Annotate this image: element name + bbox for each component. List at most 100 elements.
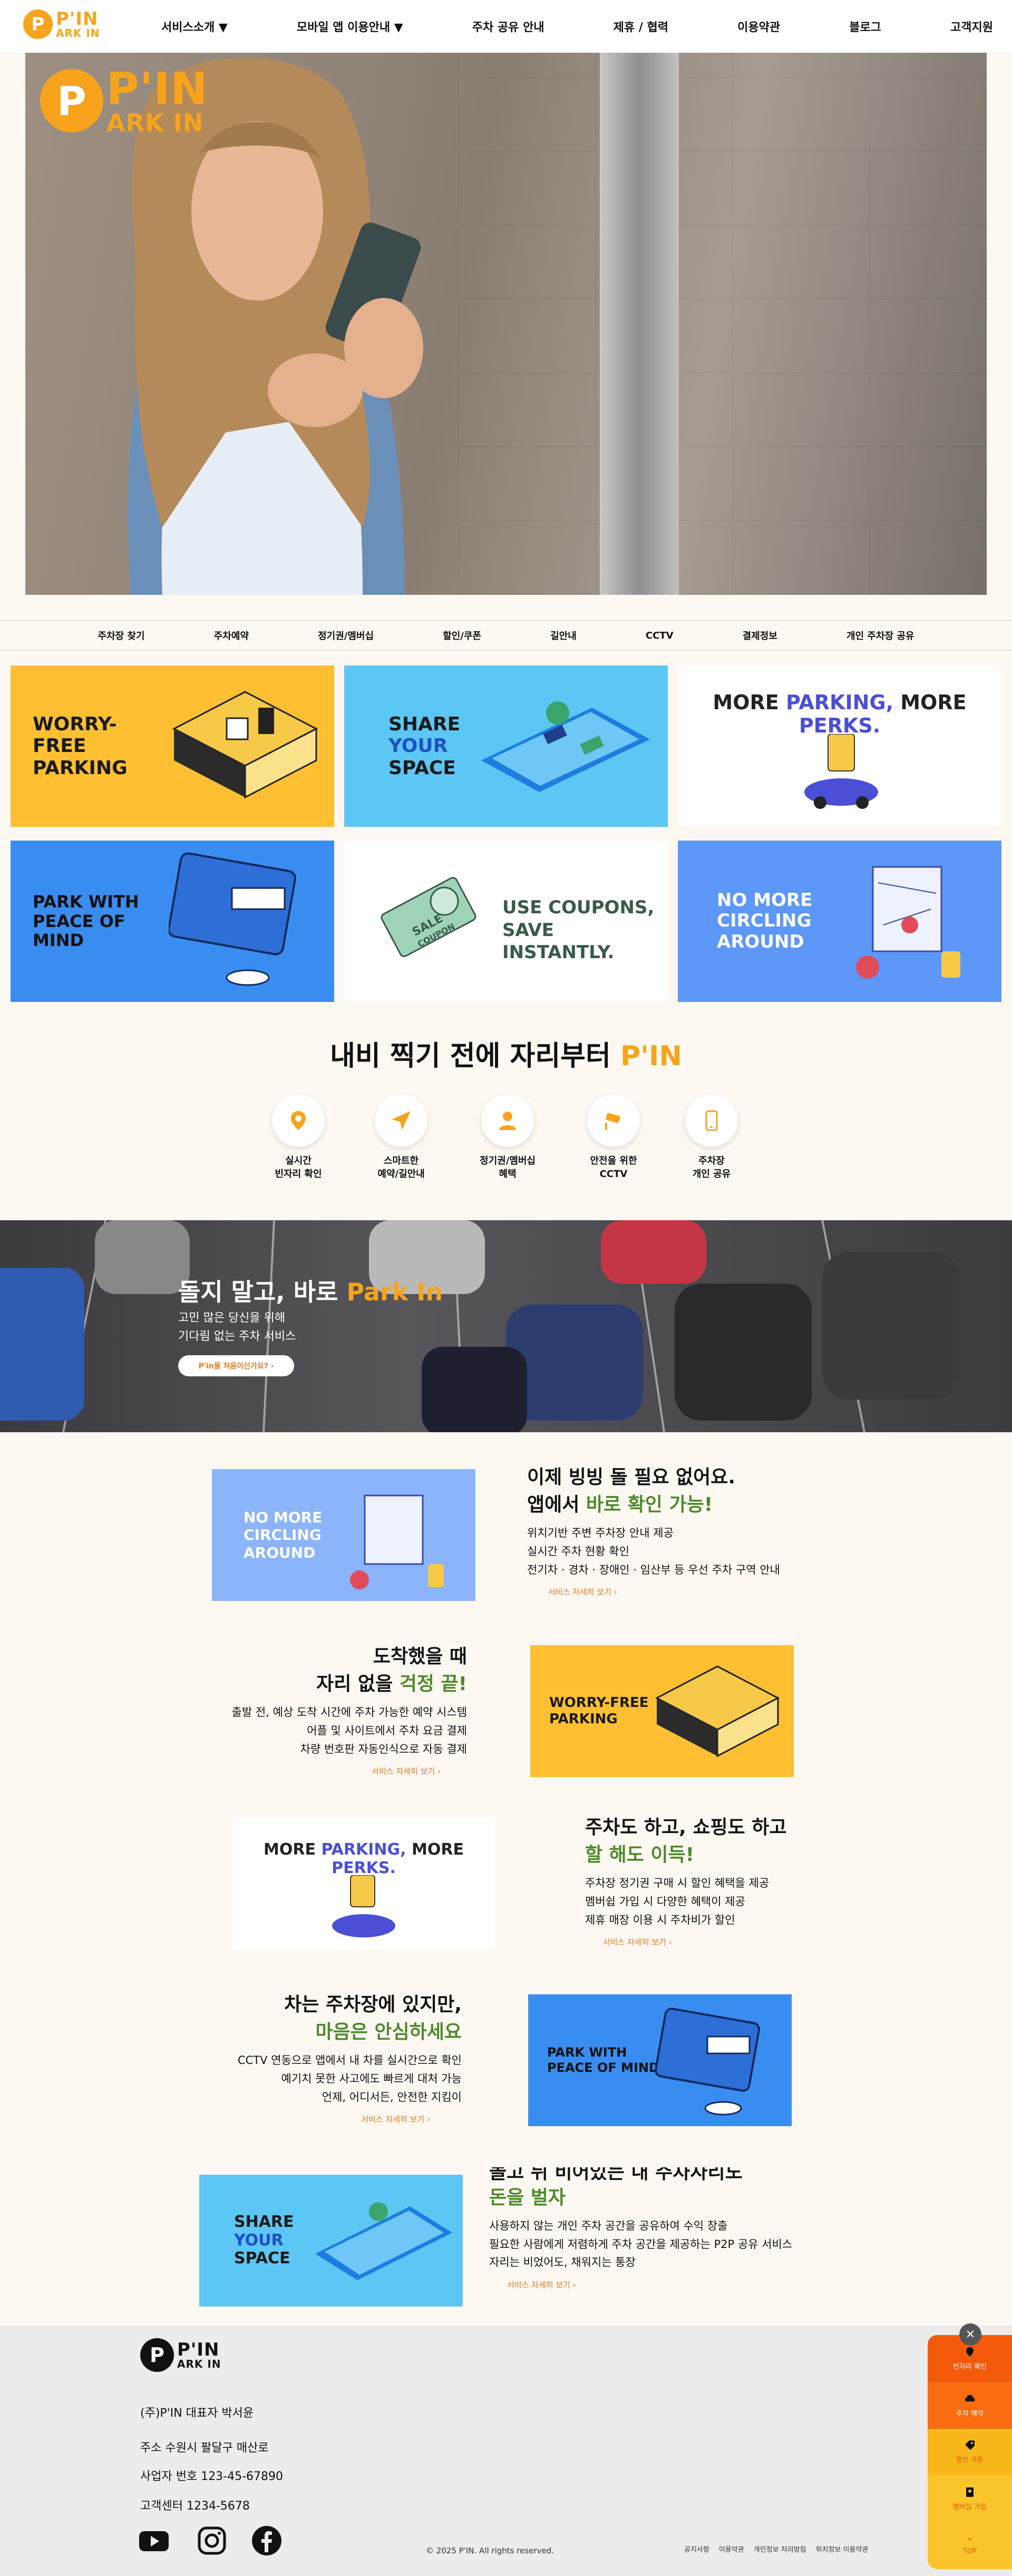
footer-logo[interactable]: P P'IN ARK IN bbox=[140, 2338, 221, 2372]
quick-nav-reservation[interactable]: 주차예약 bbox=[214, 629, 249, 642]
cctv-camera-icon bbox=[605, 1113, 620, 1130]
footer-link-privacy[interactable]: 개인정보 처리방침 bbox=[754, 2544, 806, 2554]
info-realtime: 이제 빙빙 돌 필요 없어요. 앱에서 바로 확인 가능! 위치기반 주변 주차장… bbox=[527, 1464, 843, 1597]
feature-smart-reservation[interactable]: 스마트한 예약/길안내 bbox=[369, 1094, 433, 1181]
logo-mark: P bbox=[23, 9, 53, 39]
quick-nav-cctv[interactable]: CCTV bbox=[646, 630, 674, 641]
car-receipt-illustration bbox=[332, 1875, 395, 1937]
service-detail-link[interactable]: 서비스 자세히 보기 › bbox=[151, 1765, 467, 1777]
nav-parking-share[interactable]: 주차 공유 안내 bbox=[469, 18, 548, 35]
info-benefits: 주차도 하고, 쇼핑도 하고 할 해도 이득! 주차장 정기권 구매 시 할인 혜… bbox=[585, 1814, 901, 1947]
id-card-icon bbox=[966, 2487, 974, 2497]
car-icon bbox=[965, 2395, 975, 2401]
facebook-icon[interactable] bbox=[251, 2525, 283, 2556]
quick-nav: 주차장 찾기 주차예약 정기권/멤버십 할인/쿠폰 길안내 CCTV 결제정보 … bbox=[0, 620, 1012, 651]
banner-title: 돌지 말고, 바로 Park In bbox=[178, 1278, 443, 1306]
card-more-parking-perks[interactable]: MORE PARKING, MORE PERKS. bbox=[678, 665, 1001, 827]
service-detail-link[interactable]: 서비스 자세히 보기 › bbox=[145, 2114, 462, 2125]
hero-logo-sub: ARK IN bbox=[106, 109, 204, 137]
copyright: © 2025 P'IN. All rights reserved. bbox=[426, 2546, 554, 2555]
parking-lot-illustration bbox=[655, 1665, 780, 1758]
float-membership-signup[interactable]: 멤버십 가입 bbox=[928, 2475, 1012, 2523]
map-pin-icon bbox=[291, 1111, 306, 1130]
float-parking-reservation[interactable]: 주차 예약 bbox=[928, 2381, 1012, 2429]
car-receipt-illustration bbox=[804, 734, 878, 809]
header: P P'IN ARK IN 서비스소개 ▼ 모바일 앱 이용안내 ▼ 주차 공유… bbox=[0, 0, 1012, 53]
quick-nav-discount-coupon[interactable]: 할인/쿠폰 bbox=[443, 629, 481, 642]
feature-private-share[interactable]: 주차장 개인 공유 bbox=[680, 1094, 743, 1181]
footer-links: 공지사항 이용약관 개인정보 처리방침 위치정보 이용약관 bbox=[684, 2544, 868, 2554]
quick-nav-directions[interactable]: 길안내 bbox=[550, 629, 577, 642]
feature-cctv-safety[interactable]: 안전을 위한 CCTV bbox=[582, 1094, 645, 1181]
nav-terms[interactable]: 이용약관 bbox=[734, 18, 783, 35]
footer-logo-word: P'IN bbox=[177, 2339, 220, 2360]
quick-nav-find-parking[interactable]: 주차장 찾기 bbox=[98, 629, 145, 642]
nav-blog[interactable]: 블로그 bbox=[846, 18, 884, 35]
logo-word: P'IN bbox=[56, 8, 99, 30]
footer-logo-mark: P bbox=[140, 2338, 174, 2372]
parking-lot-illustration bbox=[172, 691, 318, 799]
footer-link-terms[interactable]: 이용약관 bbox=[719, 2544, 744, 2554]
hero-image: P P'IN ARK IN bbox=[25, 53, 987, 595]
footer-link-notice[interactable]: 공지사항 bbox=[684, 2544, 709, 2554]
tag-icon bbox=[965, 2440, 975, 2450]
youtube-icon[interactable] bbox=[138, 2525, 170, 2556]
hero-logo-mark: P bbox=[40, 69, 103, 132]
cctv-monitor-illustration bbox=[169, 852, 297, 986]
card-use-coupons[interactable]: SALE COUPON USE COUPONS, SAVE INSTANTLY. bbox=[344, 841, 668, 1002]
cctv-monitor-illustration bbox=[655, 2008, 761, 2116]
quick-nav-private-share[interactable]: 개인 주차장 공유 bbox=[846, 629, 914, 642]
map-pin-icon bbox=[966, 2347, 974, 2357]
card-worry-free-parking[interactable]: WORRY-FREE PARKING bbox=[11, 665, 334, 827]
nav-partnership[interactable]: 제휴 / 협력 bbox=[610, 18, 672, 35]
header-logo[interactable]: P P'IN ARK IN bbox=[23, 9, 100, 39]
float-scroll-top[interactable]: ⌃ TOP bbox=[928, 2522, 1012, 2569]
floating-quick-menu: 빈자리 확인 주차 예약 할인 쿠폰 멤버십 가입 ⌃ TOP bbox=[928, 2335, 1012, 2569]
card-title: WORRY-FREE PARKING bbox=[33, 713, 128, 779]
info-reservation: 도착했을 때 자리 없을 걱정 끝! 출발 전, 예상 도착 시간에 주차 가능한… bbox=[151, 1643, 467, 1777]
user-icon bbox=[499, 1112, 516, 1130]
main-nav: 서비스소개 ▼ 모바일 앱 이용안내 ▼ 주차 공유 안내 제휴 / 협력 이용… bbox=[158, 0, 996, 53]
card-no-more-circling[interactable]: NO MORE CIRCLING AROUND bbox=[678, 841, 1001, 1002]
hero-logo-word: P'IN bbox=[106, 63, 208, 114]
phone-icon bbox=[705, 1110, 718, 1131]
nav-support[interactable]: 고객지원 bbox=[947, 18, 996, 35]
card-share-your-space[interactable]: SHARE YOUR SPACE bbox=[344, 665, 668, 827]
service-detail-link[interactable]: 서비스 자세히 보기 › bbox=[489, 2279, 805, 2290]
info-cctv: 차는 주차장에 있지만, 마음은 안심하세요 CCTV 연동으로 앱에서 내 차를… bbox=[145, 1991, 462, 2125]
instagram-icon[interactable] bbox=[196, 2525, 228, 2556]
hero-logo: P P'IN ARK IN bbox=[40, 66, 208, 135]
card-park-with-peace-of-mind[interactable]: PARK WITH PEACE OF MIND bbox=[11, 841, 334, 1002]
footer-logo-sub: ARK IN bbox=[177, 2358, 221, 2370]
first-time-button[interactable]: P'in을 처음이신가요? › bbox=[178, 1355, 294, 1376]
section-title: 내비 찍기 전에 자리부터 P'IN bbox=[330, 1040, 682, 1072]
nav-mobile-app-guide[interactable]: 모바일 앱 이용안내 ▼ bbox=[294, 18, 406, 35]
map-people-illustration bbox=[856, 866, 960, 979]
feature-pass-membership[interactable]: 정기권/멤버십 혜택 bbox=[476, 1094, 539, 1181]
footer-link-location-terms[interactable]: 위치정보 이용약관 bbox=[816, 2544, 869, 2554]
card-title: SHARE YOUR SPACE bbox=[388, 713, 461, 779]
service-detail-link[interactable]: 서비스 자세히 보기 › bbox=[527, 1586, 843, 1597]
peace-of-mind-image: PARK WITH PEACE OF MIND bbox=[528, 1994, 792, 2126]
feature-realtime-vacancy[interactable]: 실시간 빈자리 확인 bbox=[267, 1094, 330, 1181]
card-title: PARK WITH PEACE OF MIND bbox=[33, 891, 139, 951]
float-discount-coupon[interactable]: 할인 쿠폰 bbox=[928, 2428, 1012, 2476]
parking-lot-photo bbox=[0, 1220, 959, 1432]
parking-lot-banner: 돌지 말고, 바로 Park In 고민 많은 당신을 위해 기다림 없는 주차… bbox=[0, 1220, 1012, 1432]
service-detail-link[interactable]: 서비스 자세히 보기 › bbox=[585, 1936, 901, 1947]
nav-service-intro[interactable]: 서비스소개 ▼ bbox=[158, 18, 231, 35]
map-people-illustration bbox=[350, 1494, 444, 1589]
company-address: 주소 수원시 팔달구 매산로 bbox=[140, 2442, 269, 2455]
no-more-circling-image: NO MORE CIRCLING AROUND bbox=[212, 1469, 475, 1601]
customer-center: 고객센터 1234-5678 bbox=[140, 2500, 250, 2513]
navigation-arrow-icon bbox=[392, 1111, 411, 1130]
quick-nav-pass-membership[interactable]: 정기권/멤버십 bbox=[318, 629, 374, 642]
share-your-space-image: SHARE YOUR SPACE bbox=[199, 2175, 463, 2307]
close-icon[interactable]: ✕ bbox=[959, 2323, 981, 2346]
company-info: (주)P'IN 대표자 박서윤 bbox=[140, 2407, 254, 2420]
quick-nav-payment[interactable]: 결제정보 bbox=[743, 629, 777, 642]
chevron-up-icon: ⌃ bbox=[966, 2536, 974, 2548]
coupon-icon: SALE COUPON bbox=[381, 877, 476, 957]
logo-sub: ARK IN bbox=[56, 27, 100, 40]
phone-map-illustration bbox=[315, 2202, 452, 2280]
